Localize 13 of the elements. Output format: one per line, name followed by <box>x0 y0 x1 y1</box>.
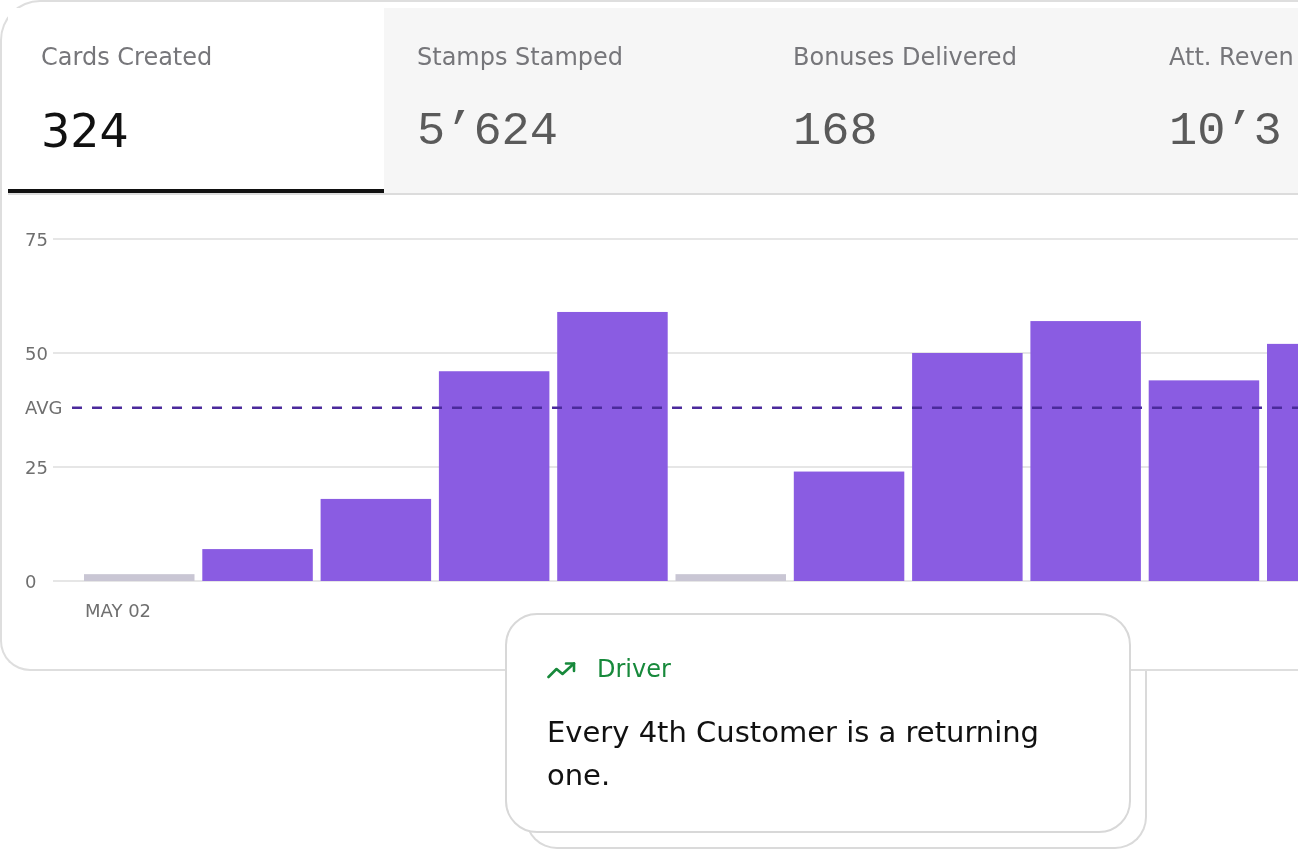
y-axis-label: 75 <box>25 228 48 250</box>
y-axis-label: 25 <box>25 456 48 478</box>
metric-tab[interactable]: Bonuses Delivered 168 <box>760 8 1136 193</box>
insight-text: Every 4th Customer is a returning one. <box>547 714 1041 794</box>
metric-tab[interactable]: Cards Created 324 <box>8 8 384 193</box>
metric-tab[interactable]: Att. Reven 10’3 <box>1136 8 1298 193</box>
trend-up-icon <box>547 660 577 679</box>
insight-category: Driver <box>597 655 671 684</box>
metric-tab[interactable]: Stamps Stamped 5’624 <box>384 8 760 193</box>
average-label: AVG <box>25 397 63 419</box>
x-axis-label: MAY 02 <box>85 599 152 621</box>
y-axis-label: 0 <box>25 570 37 592</box>
y-axis-label: 50 <box>25 342 48 364</box>
